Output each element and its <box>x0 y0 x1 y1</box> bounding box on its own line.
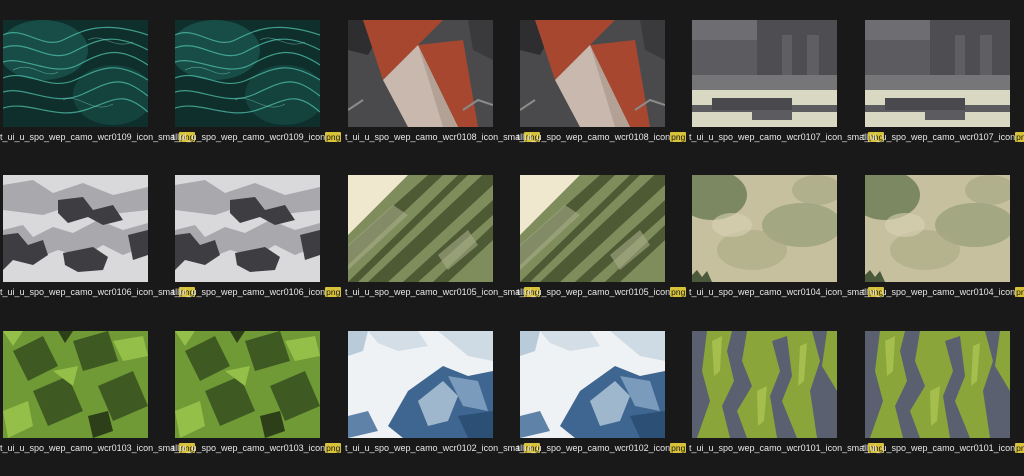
file-tile[interactable]: t_ui_u_spo_wep_camo_wcr0105_iconpng <box>517 155 687 297</box>
file-tile[interactable]: t_ui_u_spo_wep_camo_wcr0108_iconpng <box>517 0 687 142</box>
file-base-name: t_ui_u_spo_wep_camo_wcr0103_icon_small <box>0 443 180 453</box>
file-name-label: t_ui_u_spo_wep_camo_wcr0105_iconpng <box>517 286 687 298</box>
file-name-label: t_ui_u_spo_wep_camo_wcr0105_icon_smallpn… <box>345 286 541 298</box>
file-base-name: t_ui_u_spo_wep_camo_wcr0102_icon_small <box>345 443 525 453</box>
green-squares-camo-thumbnail[interactable] <box>175 331 320 438</box>
lime-gray-tiger-camo-thumbnail[interactable] <box>692 331 837 438</box>
file-name-label: t_ui_u_spo_wep_camo_wcr0108_iconpng <box>517 131 687 143</box>
file-thumbnail-grid: t_ui_u_spo_wep_camo_wcr0109_icon_smallpn… <box>0 0 1024 476</box>
tan-green-watercolor-thumbnail[interactable] <box>692 175 837 282</box>
file-base-name: t_ui_u_spo_wep_camo_wcr0104_icon <box>862 287 1016 297</box>
file-tile[interactable]: t_ui_u_spo_wep_camo_wcr0102_iconpng <box>517 311 687 453</box>
gray-urban-blocks-thumbnail[interactable] <box>692 20 837 127</box>
file-extension: png <box>670 132 687 142</box>
file-extension: png <box>1015 287 1024 297</box>
file-base-name: t_ui_u_spo_wep_camo_wcr0101_icon <box>862 443 1016 453</box>
file-name-label: t_ui_u_spo_wep_camo_wcr0107_icon_smallpn… <box>689 131 885 143</box>
file-extension: png <box>1015 443 1024 453</box>
file-base-name: t_ui_u_spo_wep_camo_wcr0101_icon_small <box>689 443 869 453</box>
file-extension: png <box>1015 132 1024 142</box>
file-tile[interactable]: t_ui_u_spo_wep_camo_wcr0104_iconpng <box>862 155 1024 297</box>
file-base-name: t_ui_u_spo_wep_camo_wcr0105_icon_small <box>345 287 525 297</box>
file-tile[interactable]: t_ui_u_spo_wep_camo_wcr0101_icon_smallpn… <box>689 311 885 453</box>
file-name-label: t_ui_u_spo_wep_camo_wcr0104_iconpng <box>862 286 1024 298</box>
olive-diagonal-stripes-thumbnail[interactable] <box>348 175 493 282</box>
gray-digital-camo-thumbnail[interactable] <box>175 175 320 282</box>
file-tile[interactable]: t_ui_u_spo_wep_camo_wcr0103_iconpng <box>172 311 342 453</box>
file-tile[interactable]: t_ui_u_spo_wep_camo_wcr0107_icon_smallpn… <box>689 0 885 142</box>
blue-white-snow-camo-thumbnail[interactable] <box>520 331 665 438</box>
red-gray-geometric-thumbnail[interactable] <box>520 20 665 127</box>
file-base-name: t_ui_u_spo_wep_camo_wcr0106_icon <box>172 287 326 297</box>
red-gray-geometric-thumbnail[interactable] <box>348 20 493 127</box>
file-name-label: t_ui_u_spo_wep_camo_wcr0103_icon_smallpn… <box>0 442 196 454</box>
file-extension: png <box>670 287 687 297</box>
file-base-name: t_ui_u_spo_wep_camo_wcr0103_icon <box>172 443 326 453</box>
file-tile[interactable]: t_ui_u_spo_wep_camo_wcr0109_iconpng <box>172 0 342 142</box>
file-tile[interactable]: t_ui_u_spo_wep_camo_wcr0107_iconpng <box>862 0 1024 142</box>
file-extension: png <box>325 132 342 142</box>
file-tile[interactable]: t_ui_u_spo_wep_camo_wcr0103_icon_smallpn… <box>0 311 196 453</box>
file-name-label: t_ui_u_spo_wep_camo_wcr0103_iconpng <box>172 442 342 454</box>
file-base-name: t_ui_u_spo_wep_camo_wcr0107_icon_small <box>689 132 869 142</box>
file-tile[interactable]: t_ui_u_spo_wep_camo_wcr0106_icon_smallpn… <box>0 155 196 297</box>
file-tile[interactable]: t_ui_u_spo_wep_camo_wcr0104_icon_smallpn… <box>689 155 885 297</box>
file-name-label: t_ui_u_spo_wep_camo_wcr0104_icon_smallpn… <box>689 286 885 298</box>
teal-waves-thumbnail[interactable] <box>175 20 320 127</box>
file-base-name: t_ui_u_spo_wep_camo_wcr0109_icon_small <box>0 132 180 142</box>
file-extension: png <box>325 287 342 297</box>
file-tile[interactable]: t_ui_u_spo_wep_camo_wcr0106_iconpng <box>172 155 342 297</box>
olive-diagonal-stripes-thumbnail[interactable] <box>520 175 665 282</box>
file-base-name: t_ui_u_spo_wep_camo_wcr0106_icon_small <box>0 287 180 297</box>
gray-urban-blocks-thumbnail[interactable] <box>865 20 1010 127</box>
file-name-label: t_ui_u_spo_wep_camo_wcr0102_icon_smallpn… <box>345 442 541 454</box>
blue-white-snow-camo-thumbnail[interactable] <box>348 331 493 438</box>
green-squares-camo-thumbnail[interactable] <box>3 331 148 438</box>
file-base-name: t_ui_u_spo_wep_camo_wcr0108_icon_small <box>345 132 525 142</box>
file-name-label: t_ui_u_spo_wep_camo_wcr0106_iconpng <box>172 286 342 298</box>
gray-digital-camo-thumbnail[interactable] <box>3 175 148 282</box>
teal-waves-thumbnail[interactable] <box>3 20 148 127</box>
file-name-label: t_ui_u_spo_wep_camo_wcr0108_icon_smallpn… <box>345 131 541 143</box>
file-base-name: t_ui_u_spo_wep_camo_wcr0108_icon <box>517 132 671 142</box>
file-tile[interactable]: t_ui_u_spo_wep_camo_wcr0108_icon_smallpn… <box>345 0 541 142</box>
file-base-name: t_ui_u_spo_wep_camo_wcr0109_icon <box>172 132 326 142</box>
file-tile[interactable]: t_ui_u_spo_wep_camo_wcr0102_icon_smallpn… <box>345 311 541 453</box>
file-tile[interactable]: t_ui_u_spo_wep_camo_wcr0109_icon_smallpn… <box>0 0 196 142</box>
file-name-label: t_ui_u_spo_wep_camo_wcr0107_iconpng <box>862 131 1024 143</box>
file-name-label: t_ui_u_spo_wep_camo_wcr0101_icon_smallpn… <box>689 442 885 454</box>
file-name-label: t_ui_u_spo_wep_camo_wcr0106_icon_smallpn… <box>0 286 196 298</box>
file-name-label: t_ui_u_spo_wep_camo_wcr0109_icon_smallpn… <box>0 131 196 143</box>
file-base-name: t_ui_u_spo_wep_camo_wcr0102_icon <box>517 443 671 453</box>
file-extension: png <box>670 443 687 453</box>
file-name-label: t_ui_u_spo_wep_camo_wcr0102_iconpng <box>517 442 687 454</box>
file-base-name: t_ui_u_spo_wep_camo_wcr0107_icon <box>862 132 1016 142</box>
file-base-name: t_ui_u_spo_wep_camo_wcr0105_icon <box>517 287 671 297</box>
file-tile[interactable]: t_ui_u_spo_wep_camo_wcr0101_iconpng <box>862 311 1024 453</box>
file-name-label: t_ui_u_spo_wep_camo_wcr0109_iconpng <box>172 131 342 143</box>
file-tile[interactable]: t_ui_u_spo_wep_camo_wcr0105_icon_smallpn… <box>345 155 541 297</box>
file-base-name: t_ui_u_spo_wep_camo_wcr0104_icon_small <box>689 287 869 297</box>
lime-gray-tiger-camo-thumbnail[interactable] <box>865 331 1010 438</box>
file-extension: png <box>325 443 342 453</box>
tan-green-watercolor-thumbnail[interactable] <box>865 175 1010 282</box>
file-name-label: t_ui_u_spo_wep_camo_wcr0101_iconpng <box>862 442 1024 454</box>
